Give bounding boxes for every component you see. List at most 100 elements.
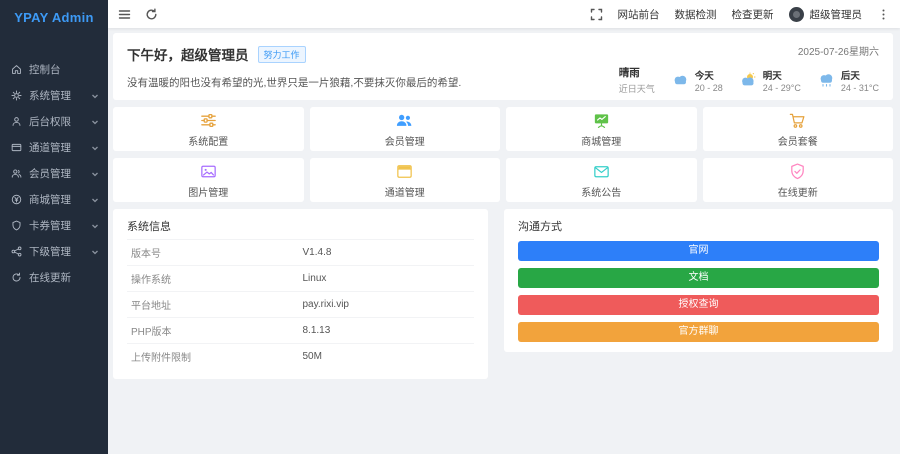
main-content: 下午好，超级管理员 努力工作 没有温暖的阳也没有希望的光,世界只是一片狼藉,不要… [108, 28, 900, 454]
current-date: 2025-07-26星期六 [798, 43, 879, 58]
tile-system-config[interactable]: 系统配置 [113, 107, 304, 151]
sidebar-item-permissions[interactable]: 后台权限 [0, 108, 108, 134]
users-icon [395, 111, 414, 130]
sidebar-item-label: 商城管理 [29, 192, 84, 207]
sun-cloud-icon [738, 72, 758, 88]
sidebar-item-label: 控制台 [29, 62, 99, 77]
info-row-site-url: 平台地址 pay.rixi.vip [127, 291, 474, 317]
sidebar-item-update[interactable]: 在线更新 [0, 264, 108, 290]
home-icon [11, 64, 22, 75]
tile-label: 通道管理 [385, 184, 425, 199]
chevron-down-icon [91, 195, 99, 203]
sidebar-item-members[interactable]: 会员管理 [0, 160, 108, 186]
greeting-text: 下午好，超级管理员 [127, 44, 249, 64]
sidebar-item-label: 后台权限 [29, 114, 84, 129]
info-label: 平台地址 [131, 297, 303, 312]
yuan-circle-icon [11, 194, 22, 205]
weather-day-temp: 24 - 29°C [763, 83, 801, 93]
weather-widget: 晴雨 近日天气 今天 20 - 28 明天 24 - 29°C [619, 65, 879, 95]
tile-channel-management[interactable]: 通道管理 [310, 158, 501, 202]
topbar: 网站前台 数据检测 检查更新 超级管理员 [108, 0, 900, 28]
users-icon [11, 168, 22, 179]
info-label: PHP版本 [131, 323, 303, 338]
info-label: 操作系统 [131, 271, 303, 286]
browser-window-icon [395, 162, 414, 181]
sidebar-item-system[interactable]: 系统管理 [0, 82, 108, 108]
link-check-update[interactable]: 检查更新 [732, 7, 774, 22]
info-label: 版本号 [131, 245, 303, 260]
contact-button-license-query[interactable]: 授权查询 [518, 295, 879, 315]
menu-collapse-icon[interactable] [118, 8, 131, 21]
app-logo: YPAY Admin [0, 0, 108, 34]
weather-after-tomorrow: 后天 24 - 31°C [816, 68, 879, 93]
info-label: 上传附件限制 [131, 349, 303, 364]
work-status-badge: 努力工作 [258, 46, 306, 63]
info-row-version: 版本号 V1.4.8 [127, 239, 474, 265]
contact-button-official-group[interactable]: 官方群聊 [518, 322, 879, 342]
info-row-php-version: PHP版本 8.1.13 [127, 317, 474, 343]
card-icon [11, 142, 22, 153]
tile-online-update[interactable]: 在线更新 [703, 158, 894, 202]
user-icon [11, 116, 22, 127]
sidebar-item-console[interactable]: 控制台 [0, 56, 108, 82]
sidebar-item-channels[interactable]: 通道管理 [0, 134, 108, 160]
tile-member-management[interactable]: 会员管理 [310, 107, 501, 151]
weather-today: 今天 20 - 28 [670, 68, 723, 93]
welcome-card: 下午好，超级管理员 努力工作 没有温暖的阳也没有希望的光,世界只是一片狼藉,不要… [113, 33, 893, 100]
fullscreen-icon[interactable] [590, 8, 603, 21]
panel-title: 系统信息 [127, 218, 474, 234]
chevron-down-icon [91, 221, 99, 229]
tile-label: 会员套餐 [778, 133, 818, 148]
tile-label: 系统配置 [188, 133, 228, 148]
weather-day-temp: 20 - 28 [695, 83, 723, 93]
shield-icon [11, 220, 22, 231]
chevron-down-icon [91, 91, 99, 99]
chevron-down-icon [91, 117, 99, 125]
cart-icon [788, 111, 807, 130]
refresh-icon[interactable] [145, 8, 158, 21]
contact-button-docs[interactable]: 文档 [518, 268, 879, 288]
chevron-down-icon [91, 143, 99, 151]
link-site-front[interactable]: 网站前台 [618, 7, 660, 22]
user-menu[interactable]: 超级管理员 [789, 7, 863, 22]
sidebar-item-coupons[interactable]: 卡券管理 [0, 212, 108, 238]
sidebar-item-mall[interactable]: 商城管理 [0, 186, 108, 212]
system-info-panel: 系统信息 版本号 V1.4.8 操作系统 Linux 平台地址 pay.rixi… [113, 209, 488, 379]
weather-day-label: 后天 [841, 68, 879, 82]
info-row-upload-limit: 上传附件限制 50M [127, 343, 474, 369]
info-value: 50M [303, 351, 322, 362]
panel-title: 沟通方式 [518, 218, 879, 234]
sidebar-item-label: 下级管理 [29, 244, 84, 259]
sidebar-item-label: 系统管理 [29, 88, 84, 103]
sidebar: YPAY Admin 控制台 系统管理 后台权限 通道管理 会员管理 [0, 0, 108, 454]
contact-panel: 沟通方式 官网 文档 授权查询 官方群聊 [504, 209, 893, 352]
mail-icon [592, 162, 611, 181]
link-data-check[interactable]: 数据检测 [675, 7, 717, 22]
shield-check-icon [788, 162, 807, 181]
weather-tomorrow: 明天 24 - 29°C [738, 68, 801, 93]
contact-button-official-site[interactable]: 官网 [518, 241, 879, 261]
chevron-down-icon [91, 247, 99, 255]
sidebar-menu: 控制台 系统管理 后台权限 通道管理 会员管理 商城管理 [0, 56, 108, 290]
tile-mall-management[interactable]: 商城管理 [506, 107, 697, 151]
info-value: 8.1.13 [303, 325, 331, 336]
sidebar-item-subordinates[interactable]: 下级管理 [0, 238, 108, 264]
tile-image-management[interactable]: 图片管理 [113, 158, 304, 202]
refresh-icon [11, 272, 22, 283]
share-network-icon [11, 246, 22, 257]
gear-icon [11, 90, 22, 101]
more-vertical-icon[interactable] [877, 8, 890, 21]
tile-member-packages[interactable]: 会员套餐 [703, 107, 894, 151]
rain-cloud-icon [816, 72, 836, 88]
tile-label: 商城管理 [581, 133, 621, 148]
sidebar-item-label: 通道管理 [29, 140, 84, 155]
tile-system-announcement[interactable]: 系统公告 [506, 158, 697, 202]
sidebar-item-label: 卡券管理 [29, 218, 84, 233]
info-row-os: 操作系统 Linux [127, 265, 474, 291]
presentation-board-icon [592, 111, 611, 130]
weather-location: 晴雨 [619, 65, 655, 80]
info-value: V1.4.8 [303, 247, 332, 258]
tile-label: 图片管理 [188, 184, 228, 199]
avatar [789, 7, 804, 22]
image-icon [199, 162, 218, 181]
